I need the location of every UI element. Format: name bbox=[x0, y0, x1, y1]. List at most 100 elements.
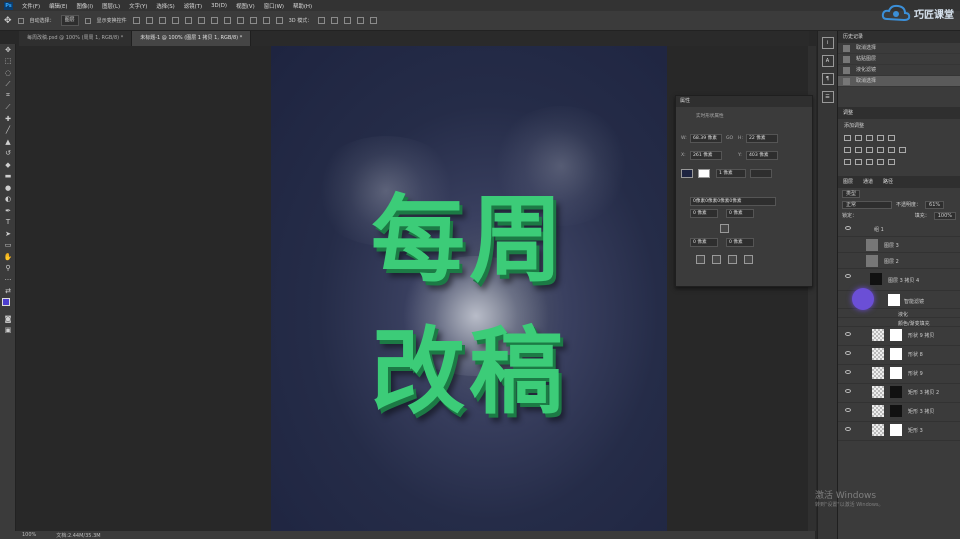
color-swatches[interactable] bbox=[0, 297, 16, 313]
layer-row[interactable]: 矩形 3 拷贝 2 bbox=[838, 384, 960, 403]
corner-bottom-left-field[interactable]: 0 像素 bbox=[690, 238, 718, 247]
align-bottom-icon[interactable] bbox=[158, 17, 166, 24]
paragraph-panel-icon[interactable]: ¶ bbox=[821, 73, 834, 85]
document-canvas[interactable]: 每周 改稿 bbox=[271, 46, 667, 531]
color-balance-icon[interactable] bbox=[855, 147, 862, 153]
x-field[interactable]: 261 像素 bbox=[690, 151, 722, 160]
align-middle-icon[interactable] bbox=[145, 17, 153, 24]
brightness-icon[interactable] bbox=[844, 135, 851, 141]
visibility-eye-icon[interactable] bbox=[845, 370, 851, 374]
history-item[interactable]: 取消选择 bbox=[838, 76, 960, 87]
zoom-level[interactable]: 100% bbox=[22, 532, 36, 538]
distribute-center-icon[interactable] bbox=[262, 17, 270, 24]
gradient-map-icon[interactable] bbox=[888, 159, 895, 165]
eyedropper-tool-icon[interactable]: ⟋ bbox=[0, 102, 16, 114]
menu-3d[interactable]: 3D(D) bbox=[211, 3, 227, 9]
posterize-icon[interactable] bbox=[855, 159, 862, 165]
corner-top-right-field[interactable]: 0 像素 bbox=[726, 209, 754, 218]
gradient-tool-icon[interactable]: ▬ bbox=[0, 171, 16, 183]
menu-layer[interactable]: 图层(L) bbox=[102, 2, 120, 10]
distribute-bottom-icon[interactable] bbox=[236, 17, 244, 24]
visibility-eye-icon[interactable] bbox=[845, 274, 851, 278]
menu-view[interactable]: 视图(V) bbox=[236, 2, 255, 10]
photo-filter-icon[interactable] bbox=[877, 147, 884, 153]
shape-tool-icon[interactable]: ▭ bbox=[0, 240, 16, 252]
levels-icon[interactable] bbox=[855, 135, 862, 141]
history-item[interactable]: 取消选择 bbox=[838, 43, 960, 54]
visibility-eye-icon[interactable] bbox=[845, 389, 851, 393]
zoom-tool-icon[interactable]: ⚲ bbox=[0, 263, 16, 275]
width-field[interactable]: 68.39 像素 bbox=[690, 134, 722, 143]
auto-select-checkbox[interactable] bbox=[17, 17, 24, 24]
layer-row[interactable]: 形状 8 bbox=[838, 346, 960, 365]
quick-mask-icon[interactable]: ◙ bbox=[0, 313, 16, 325]
auto-select-dropdown[interactable]: 图层 bbox=[60, 15, 79, 26]
character-panel-icon[interactable]: A bbox=[821, 55, 834, 67]
hue-sat-icon[interactable] bbox=[844, 147, 851, 153]
stamp-tool-icon[interactable]: ▲ bbox=[0, 136, 16, 148]
tab-layers[interactable]: 图层 bbox=[843, 176, 853, 188]
fill-swatch[interactable] bbox=[681, 169, 693, 178]
swap-colors-icon[interactable]: ⇄ bbox=[0, 286, 16, 298]
distribute-middle-icon[interactable] bbox=[223, 17, 231, 24]
menu-filter[interactable]: 滤镜(T) bbox=[184, 2, 202, 10]
layer-row[interactable]: 颜色/渐变填充 bbox=[838, 318, 960, 327]
layer-row[interactable]: 组 1 bbox=[838, 221, 960, 237]
threshold-icon[interactable] bbox=[866, 159, 873, 165]
menu-window[interactable]: 窗口(W) bbox=[264, 2, 284, 10]
stroke-type-dropdown[interactable] bbox=[750, 169, 772, 178]
fill-field[interactable]: 100% bbox=[933, 212, 956, 220]
marquee-tool-icon[interactable]: ⬚ bbox=[0, 56, 16, 68]
tab-document-2[interactable]: 未标题-1 @ 100% (图层 1 拷贝 1, RGB/8) * bbox=[132, 31, 252, 46]
brush-tool-icon[interactable]: ╱ bbox=[0, 125, 16, 137]
invert-icon[interactable] bbox=[844, 159, 851, 165]
3d-scale-icon[interactable] bbox=[370, 17, 378, 24]
show-transform-checkbox[interactable] bbox=[84, 17, 91, 24]
healing-tool-icon[interactable]: ✚ bbox=[0, 113, 16, 125]
menu-select[interactable]: 选择(S) bbox=[156, 2, 174, 10]
exposure-icon[interactable] bbox=[877, 135, 884, 141]
pathfinder-combine-icon[interactable] bbox=[696, 255, 705, 264]
3d-slide-icon[interactable] bbox=[357, 17, 365, 24]
blend-mode-dropdown[interactable]: 正常 bbox=[842, 201, 892, 209]
info-panel-icon[interactable]: i bbox=[821, 37, 834, 49]
tab-adjustments[interactable]: 调整 bbox=[843, 107, 853, 119]
layer-row[interactable]: 形状 9 bbox=[838, 365, 960, 384]
y-field[interactable]: 403 像素 bbox=[746, 151, 778, 160]
align-left-icon[interactable] bbox=[171, 17, 179, 24]
layer-row[interactable]: 液化 bbox=[838, 309, 960, 318]
menu-image[interactable]: 图像(I) bbox=[77, 2, 94, 10]
vibrance-icon[interactable] bbox=[888, 135, 895, 141]
channel-mixer-icon[interactable] bbox=[888, 147, 895, 153]
lock-icons[interactable] bbox=[861, 212, 911, 219]
visibility-eye-icon[interactable] bbox=[845, 427, 851, 431]
selective-color-icon[interactable] bbox=[877, 159, 884, 165]
stroke-swatch[interactable] bbox=[698, 169, 710, 178]
dodge-tool-icon[interactable]: ◐ bbox=[0, 194, 16, 206]
move-tool-icon[interactable]: ✥ bbox=[4, 16, 12, 26]
align-right-icon[interactable] bbox=[197, 17, 205, 24]
photoshop-app-icon[interactable]: Ps bbox=[4, 1, 13, 10]
pathfinder-subtract-icon[interactable] bbox=[712, 255, 721, 264]
height-field[interactable]: 22 像素 bbox=[746, 134, 778, 143]
opacity-field[interactable]: 61% bbox=[925, 201, 945, 209]
type-tool-icon[interactable]: T bbox=[0, 217, 16, 229]
foreground-color-swatch[interactable] bbox=[2, 298, 10, 306]
curves-icon[interactable] bbox=[866, 135, 873, 141]
path-select-tool-icon[interactable]: ➤ bbox=[0, 228, 16, 240]
lasso-tool-icon[interactable]: ◌ bbox=[0, 67, 16, 79]
corner-top-left-field[interactable]: 0 像素 bbox=[690, 209, 718, 218]
distribute-top-icon[interactable] bbox=[210, 17, 218, 24]
menu-edit[interactable]: 编辑(E) bbox=[49, 2, 67, 10]
pathfinder-exclude-icon[interactable] bbox=[744, 255, 753, 264]
tab-document-1[interactable]: 每周改稿.psd @ 100% (周周 1, RGB/8) * bbox=[19, 31, 133, 46]
tab-history[interactable]: 历史记录 bbox=[843, 31, 863, 43]
quick-select-tool-icon[interactable]: ⟋ bbox=[0, 79, 16, 91]
more-tools-icon[interactable]: ··· bbox=[0, 274, 16, 286]
layer-row[interactable]: 形状 9 拷贝 bbox=[838, 327, 960, 346]
history-item[interactable]: 粘贴图层 bbox=[838, 54, 960, 65]
layer-kind-dropdown[interactable]: 类型 bbox=[842, 190, 861, 198]
layer-row[interactable]: 矩形 3 拷贝 bbox=[838, 403, 960, 422]
screen-mode-icon[interactable]: ▣ bbox=[0, 325, 16, 337]
distribute-left-icon[interactable] bbox=[249, 17, 257, 24]
